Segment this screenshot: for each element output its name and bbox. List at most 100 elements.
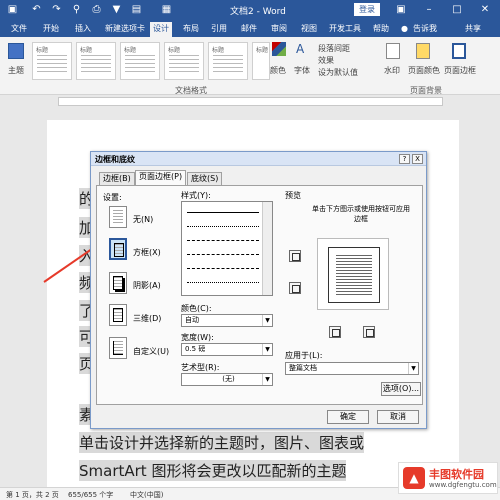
theme-button[interactable]: 主题 [8,65,24,76]
paragraph-spacing-button[interactable]: 段落间距 [318,43,350,54]
tab-developer[interactable]: 开发工具 [326,22,364,35]
options-button[interactable]: 选项(O)... [381,382,421,396]
fonts-button[interactable]: 字体 [294,65,310,76]
style-dotted[interactable] [187,226,259,227]
setting-3d-icon[interactable] [109,304,127,326]
site-watermark: ▲ 丰图软件园 www.dgfengtu.com [398,462,498,494]
style-dash-dot-dot[interactable] [187,282,259,283]
style-solid[interactable] [187,212,259,213]
preview-hint: 单击下方图示或使用按钮可应用边框 [312,205,410,223]
minimize-icon[interactable]: – [420,3,438,16]
style-dashed[interactable] [187,240,259,241]
ruler [0,95,500,108]
apply-to-dropdown[interactable]: 整篇文档 ▼ [285,362,419,375]
tab-review[interactable]: 审阅 [268,22,290,35]
setting-custom-label[interactable]: 自定义(U) [133,346,169,357]
set-default-button[interactable]: 设为默认值 [318,67,358,78]
gallery-more-button[interactable]: 标题 [252,42,270,80]
redo-icon[interactable]: ↷ [50,3,63,16]
tab-home[interactable]: 开始 [40,22,62,35]
tab-view[interactable]: 视图 [298,22,320,35]
color-label: 颜色(C): [181,304,212,313]
setting-box-label[interactable]: 方框(X) [133,247,161,258]
setting-shadow-icon[interactable] [109,272,127,294]
color-dropdown[interactable]: 自动 ▼ [181,314,273,327]
ribbon-tabs: 文件 开始 插入 新建选项卡 设计 布局 引用 邮件 审阅 视图 开发工具 帮助… [0,20,500,37]
page-indicator[interactable]: 第 1 页，共 2 页 [6,490,59,500]
customize-icon[interactable]: ▼ [110,3,123,16]
tab-insert[interactable]: 插入 [72,22,94,35]
left-border-button[interactable] [329,326,341,338]
page-border-icon[interactable] [452,43,466,59]
right-border-button[interactable] [363,326,375,338]
save-icon[interactable]: ▣ [6,3,19,16]
word-count[interactable]: 655/655 个字 [68,490,113,500]
tab-new[interactable]: 新建选项卡 [102,22,148,35]
top-border-button[interactable] [289,250,301,262]
dialog-close-button[interactable]: X [412,154,423,164]
dialog-title-bar: 边框和底纹 ? X [91,152,426,166]
ruler-scale[interactable] [58,97,443,106]
width-dropdown[interactable]: 0.5 磅 ▼ [181,343,273,356]
theme-icon[interactable] [8,43,24,59]
effects-button[interactable]: 效果 [318,55,334,66]
tab-shading[interactable]: 底纹(S) [187,172,223,185]
tab-share[interactable]: 共享 [462,22,484,35]
help-button[interactable]: ? [399,154,410,164]
page-border-button[interactable]: 页面边框 [444,65,476,76]
login-button[interactable]: 登录 [354,3,380,16]
search-icon[interactable]: ⚲ [70,3,83,16]
tab-page-border[interactable]: 页面边框(P) [135,170,187,185]
table-icon[interactable]: ▦ [160,3,173,16]
style-scrollbar[interactable] [262,202,272,295]
tab-borders[interactable]: 边框(B) [99,172,135,185]
document-icon[interactable]: ▤ [130,3,143,16]
tab-tell-me[interactable]: 告诉我 [410,22,440,35]
document-line: SmartArt 图形将会更改以匹配新的主题 [79,460,347,481]
preview-area[interactable] [317,238,389,310]
setting-box-icon[interactable] [109,238,127,260]
print-preview-icon[interactable]: ⎙ [90,3,103,16]
style-list[interactable] [181,201,273,296]
style-gallery-item[interactable]: 标题 [120,42,160,80]
style-dashed-long[interactable] [187,254,259,255]
cancel-button[interactable]: 取消 [377,410,419,424]
watermark-button[interactable]: 水印 [384,65,400,76]
fonts-icon[interactable]: A [296,42,310,56]
art-label: 艺术型(R): [181,363,220,372]
style-gallery-item[interactable]: 标题 [164,42,204,80]
colors-button[interactable]: 颜色 [270,65,286,76]
ok-button[interactable]: 确定 [327,410,369,424]
setting-none-label[interactable]: 无(N) [133,214,153,225]
watermark-icon[interactable] [386,43,400,59]
style-gallery-item[interactable]: 标题 [76,42,116,80]
tab-mailings[interactable]: 邮件 [238,22,260,35]
chevron-down-icon: ▼ [262,344,272,355]
style-dash-dot[interactable] [187,268,259,269]
ribbon-display-icon[interactable]: ▣ [392,3,410,16]
language-indicator[interactable]: 中文(中国) [130,490,163,500]
page-color-icon[interactable] [416,43,430,59]
tab-file[interactable]: 文件 [8,22,30,35]
setting-none-icon[interactable] [109,206,127,228]
tab-layout[interactable]: 布局 [180,22,202,35]
tab-references[interactable]: 引用 [208,22,230,35]
page-color-button[interactable]: 页面颜色 [408,65,440,76]
tab-help[interactable]: 帮助 [370,22,392,35]
setting-shadow-label[interactable]: 阴影(A) [133,280,161,291]
width-value: 0.5 磅 [185,345,206,353]
art-dropdown[interactable]: (无) ▼ [181,373,273,386]
tab-design[interactable]: 设计 [150,22,172,37]
setting-custom-icon[interactable] [109,337,127,359]
colors-icon[interactable] [272,42,286,56]
style-gallery-item[interactable]: 标题 [32,42,72,80]
bottom-border-button[interactable] [289,282,301,294]
setting-3d-label[interactable]: 三维(D) [133,313,161,324]
style-gallery-item[interactable]: 标题 [208,42,248,80]
apply-to-label: 应用于(L): [285,351,323,360]
undo-icon[interactable]: ↶ [30,3,43,16]
maximize-icon[interactable]: □ [448,3,466,16]
style-label: 样式(Y): [181,191,211,200]
preview-label: 预览 [285,191,301,200]
close-icon[interactable]: ✕ [476,3,494,16]
